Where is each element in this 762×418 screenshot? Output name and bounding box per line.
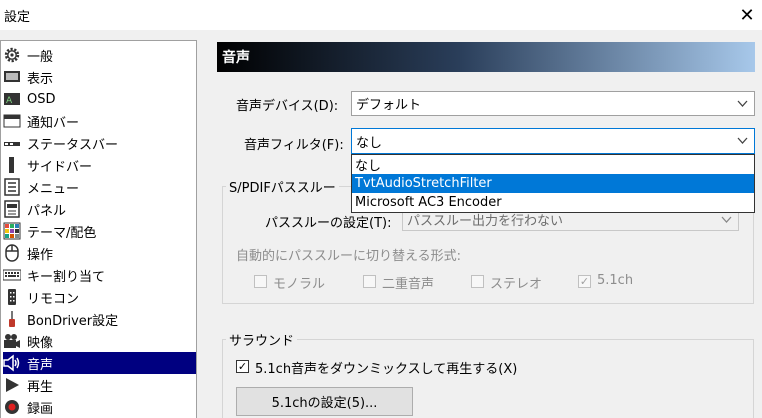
stereo-checkbox[interactable]: [471, 275, 484, 288]
osd-icon: A: [3, 90, 21, 108]
theme-icon: [3, 222, 21, 240]
auto-passthrough-label: 自動的にパススルーに切り替える形式:: [236, 249, 461, 264]
notification-bar-icon: [3, 112, 21, 130]
title-bar: 設定 ✕: [0, 0, 762, 30]
display-icon: [3, 68, 21, 86]
sidebar-item-key-assign[interactable]: キー割り当て: [3, 264, 196, 286]
sidebar-item-label: ステータスバー: [27, 137, 119, 153]
dual-mono-label: 二重音声: [382, 277, 435, 292]
audio-device-select[interactable]: デフォルト: [351, 91, 755, 116]
dropdown-option-ac3-encoder[interactable]: Microsoft AC3 Encoder: [352, 193, 754, 212]
sidebar-item-label: BonDriver設定: [27, 313, 119, 329]
audio-device-value: デフォルト: [356, 98, 422, 113]
sidebar-item-remote[interactable]: リモコン: [3, 286, 196, 308]
sidebar-item-display[interactable]: 表示: [3, 66, 196, 88]
dropdown-option-tvtaudiostretch[interactable]: TvtAudioStretchFilter: [352, 174, 754, 193]
sidebar-item-notification-bar[interactable]: 通知バー: [3, 110, 196, 132]
sidebar-item-label: パネル: [27, 203, 67, 219]
menu-icon: [3, 178, 21, 196]
sidebar-item-general[interactable]: 一般: [3, 44, 196, 66]
remote-icon: [3, 288, 21, 306]
sidebar-item-label: 録画: [27, 401, 54, 417]
sidebar-item-status-bar[interactable]: ステータスバー: [3, 132, 196, 154]
sidebar-item-label: 操作: [27, 247, 54, 263]
panel-icon: [3, 200, 21, 218]
audio-filter-dropdown: なし TvtAudioStretchFilter Microsoft AC3 E…: [351, 154, 755, 213]
sidebar-item-side-bar[interactable]: サイドバー: [3, 154, 196, 176]
settings-sidebar: 一般 表示 A OSD 通知バー ステータスバー サイドバー メニュー パネル …: [0, 40, 197, 418]
spdif-group-title: S/PDIFパススルー: [226, 177, 339, 196]
sidebar-item-label: 通知バー: [27, 115, 80, 131]
status-bar-icon: [3, 134, 21, 152]
sidebar-item-panel[interactable]: パネル: [3, 198, 196, 220]
check-icon: ✓: [579, 275, 590, 288]
speaker-icon: [3, 354, 21, 372]
audio-filter-label: 音声フィルタ(F):: [244, 138, 344, 153]
sidebar-item-operation[interactable]: 操作: [3, 242, 196, 264]
svg-text:A: A: [6, 96, 13, 106]
side-bar-icon: [3, 156, 21, 174]
audio-filter-select[interactable]: なし: [351, 128, 755, 154]
sidebar-item-theme[interactable]: テーマ/配色: [3, 220, 196, 242]
bondriver-icon: [3, 310, 21, 328]
sidebar-item-record[interactable]: 録画: [3, 396, 196, 418]
chevron-down-icon: [721, 212, 732, 229]
gear-icon: [3, 46, 21, 64]
sidebar-item-label: 一般: [27, 49, 54, 65]
surround-group-title: サラウンド: [226, 330, 298, 349]
sidebar-item-video[interactable]: 映像: [3, 330, 196, 352]
sidebar-item-label: 映像: [27, 335, 54, 351]
sidebar-item-label: テーマ/配色: [27, 225, 97, 241]
check-icon: ✓: [237, 360, 248, 373]
record-icon: [3, 398, 21, 416]
sidebar-item-label: リモコン: [27, 291, 80, 307]
sidebar-item-label: 音声: [27, 357, 54, 373]
mono-label: モノラル: [273, 277, 326, 292]
downmix-checkbox[interactable]: ✓: [236, 360, 249, 373]
sidebar-item-label: メニュー: [27, 181, 80, 197]
mouse-icon: [3, 244, 21, 262]
dropdown-option-none[interactable]: なし: [352, 155, 754, 174]
passthrough-label: パススルーの設定(T):: [265, 216, 392, 231]
close-icon: ✕: [739, 4, 755, 26]
sidebar-item-osd[interactable]: A OSD: [3, 88, 196, 110]
sidebar-item-playback[interactable]: 再生: [3, 374, 196, 396]
stereo-label: ステレオ: [490, 277, 543, 292]
sidebar-item-label: 再生: [27, 379, 54, 395]
audio-filter-value: なし: [356, 135, 383, 151]
sidebar-item-menu[interactable]: メニュー: [3, 176, 196, 198]
keyboard-icon: [3, 266, 21, 284]
mono-checkbox[interactable]: [254, 275, 267, 288]
sidebar-item-label: 表示: [27, 71, 54, 87]
sidebar-item-label: サイドバー: [27, 159, 93, 175]
play-icon: [3, 376, 21, 394]
sidebar-item-audio[interactable]: 音声: [3, 352, 196, 374]
camera-icon: [3, 332, 21, 350]
sidebar-item-bondriver[interactable]: BonDriver設定: [3, 308, 196, 330]
chevron-down-icon: [737, 133, 748, 150]
sidebar-item-label: OSD: [27, 91, 56, 107]
downmix-label: 5.1ch音声をダウンミックスして再生する(X): [255, 362, 518, 377]
sidebar-item-label: キー割り当て: [27, 269, 106, 285]
surround-settings-button[interactable]: 5.1chの設定(5)...: [236, 387, 413, 416]
window-title: 設定: [4, 10, 31, 25]
panel-title: 音声: [217, 42, 755, 72]
chevron-down-icon: [737, 96, 748, 113]
dual-mono-checkbox[interactable]: [363, 275, 376, 288]
close-button[interactable]: ✕: [732, 0, 762, 30]
audio-device-label: 音声デバイス(D):: [236, 99, 339, 114]
ch51-label: 5.1ch: [597, 273, 634, 288]
ch51-checkbox[interactable]: ✓: [578, 275, 591, 288]
